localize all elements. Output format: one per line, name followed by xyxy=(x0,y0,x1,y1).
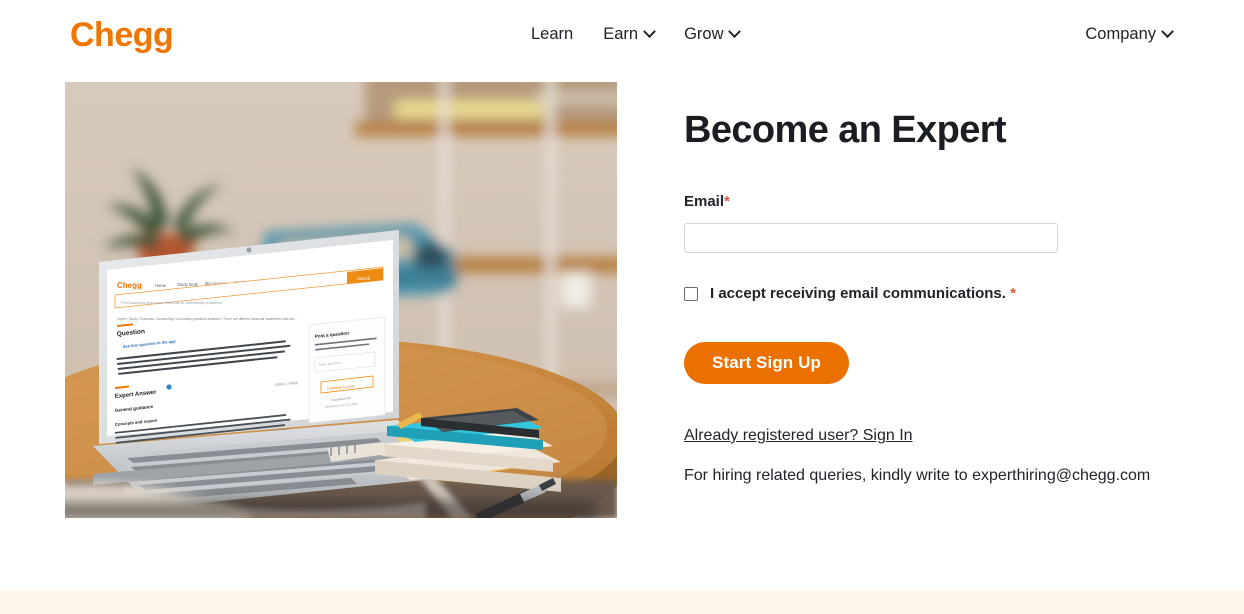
nav-item-grow-label: Grow xyxy=(684,25,724,43)
company-menu[interactable]: Company xyxy=(1085,22,1174,46)
svg-text:Search: Search xyxy=(357,276,371,281)
nav-item-learn[interactable]: Learn xyxy=(531,22,573,46)
page-title: Become an Expert xyxy=(684,109,1007,151)
email-label-text: Email xyxy=(684,193,725,210)
required-asterisk: * xyxy=(724,193,730,210)
bottom-band xyxy=(0,590,1244,614)
svg-text:Home: Home xyxy=(155,283,167,288)
chevron-down-icon xyxy=(728,24,742,38)
nav-item-company-label: Company xyxy=(1085,25,1156,43)
nav-item-earn[interactable]: Earn xyxy=(603,22,656,46)
sign-in-link[interactable]: Already registered user? Sign In xyxy=(684,425,913,447)
svg-text:Chegg: Chegg xyxy=(117,281,142,290)
nav-item-earn-label: Earn xyxy=(603,25,639,43)
svg-text:Study tools: Study tools xyxy=(177,282,198,287)
hero-illustration: Chegg Home Study tools My courses My boo… xyxy=(65,82,617,518)
start-sign-up-button[interactable]: Start Sign Up xyxy=(684,342,849,384)
nav-item-learn-label: Learn xyxy=(531,25,574,43)
chevron-down-icon xyxy=(643,24,656,38)
svg-text:Find solutions from your textb: Find solutions from your textbook or hom… xyxy=(121,300,222,305)
hiring-contact-note: For hiring related queries, kindly write… xyxy=(684,467,1151,484)
consent-label: I accept receiving email communications.… xyxy=(710,284,1016,304)
email-field[interactable] xyxy=(684,223,1058,253)
page-root: Chegg Learn Earn Grow Company Chegg Home… xyxy=(0,0,1244,614)
required-asterisk: * xyxy=(1010,285,1016,302)
nav-item-grow[interactable]: Grow xyxy=(684,22,742,46)
main-navigation: Learn Earn Grow xyxy=(531,22,742,46)
consent-label-text: I accept receiving email communications. xyxy=(710,285,1006,302)
hero-image: Chegg Home Study tools My courses My boo… xyxy=(65,82,617,518)
site-header: Chegg Learn Earn Grow Company xyxy=(0,0,1244,70)
svg-text:Home / Study / Business / Acco: Home / Study / Business / Accounting / A… xyxy=(117,317,297,321)
chegg-logo[interactable]: Chegg xyxy=(70,16,174,54)
signup-form: Become an Expert Email* I accept receivi… xyxy=(684,106,1184,487)
email-consent-checkbox[interactable] xyxy=(684,287,698,301)
consent-row: I accept receiving email communications.… xyxy=(684,284,1184,304)
chevron-down-icon xyxy=(1161,24,1174,38)
email-label: Email* xyxy=(684,192,1184,212)
nav-item-company[interactable]: Company xyxy=(1085,22,1174,46)
